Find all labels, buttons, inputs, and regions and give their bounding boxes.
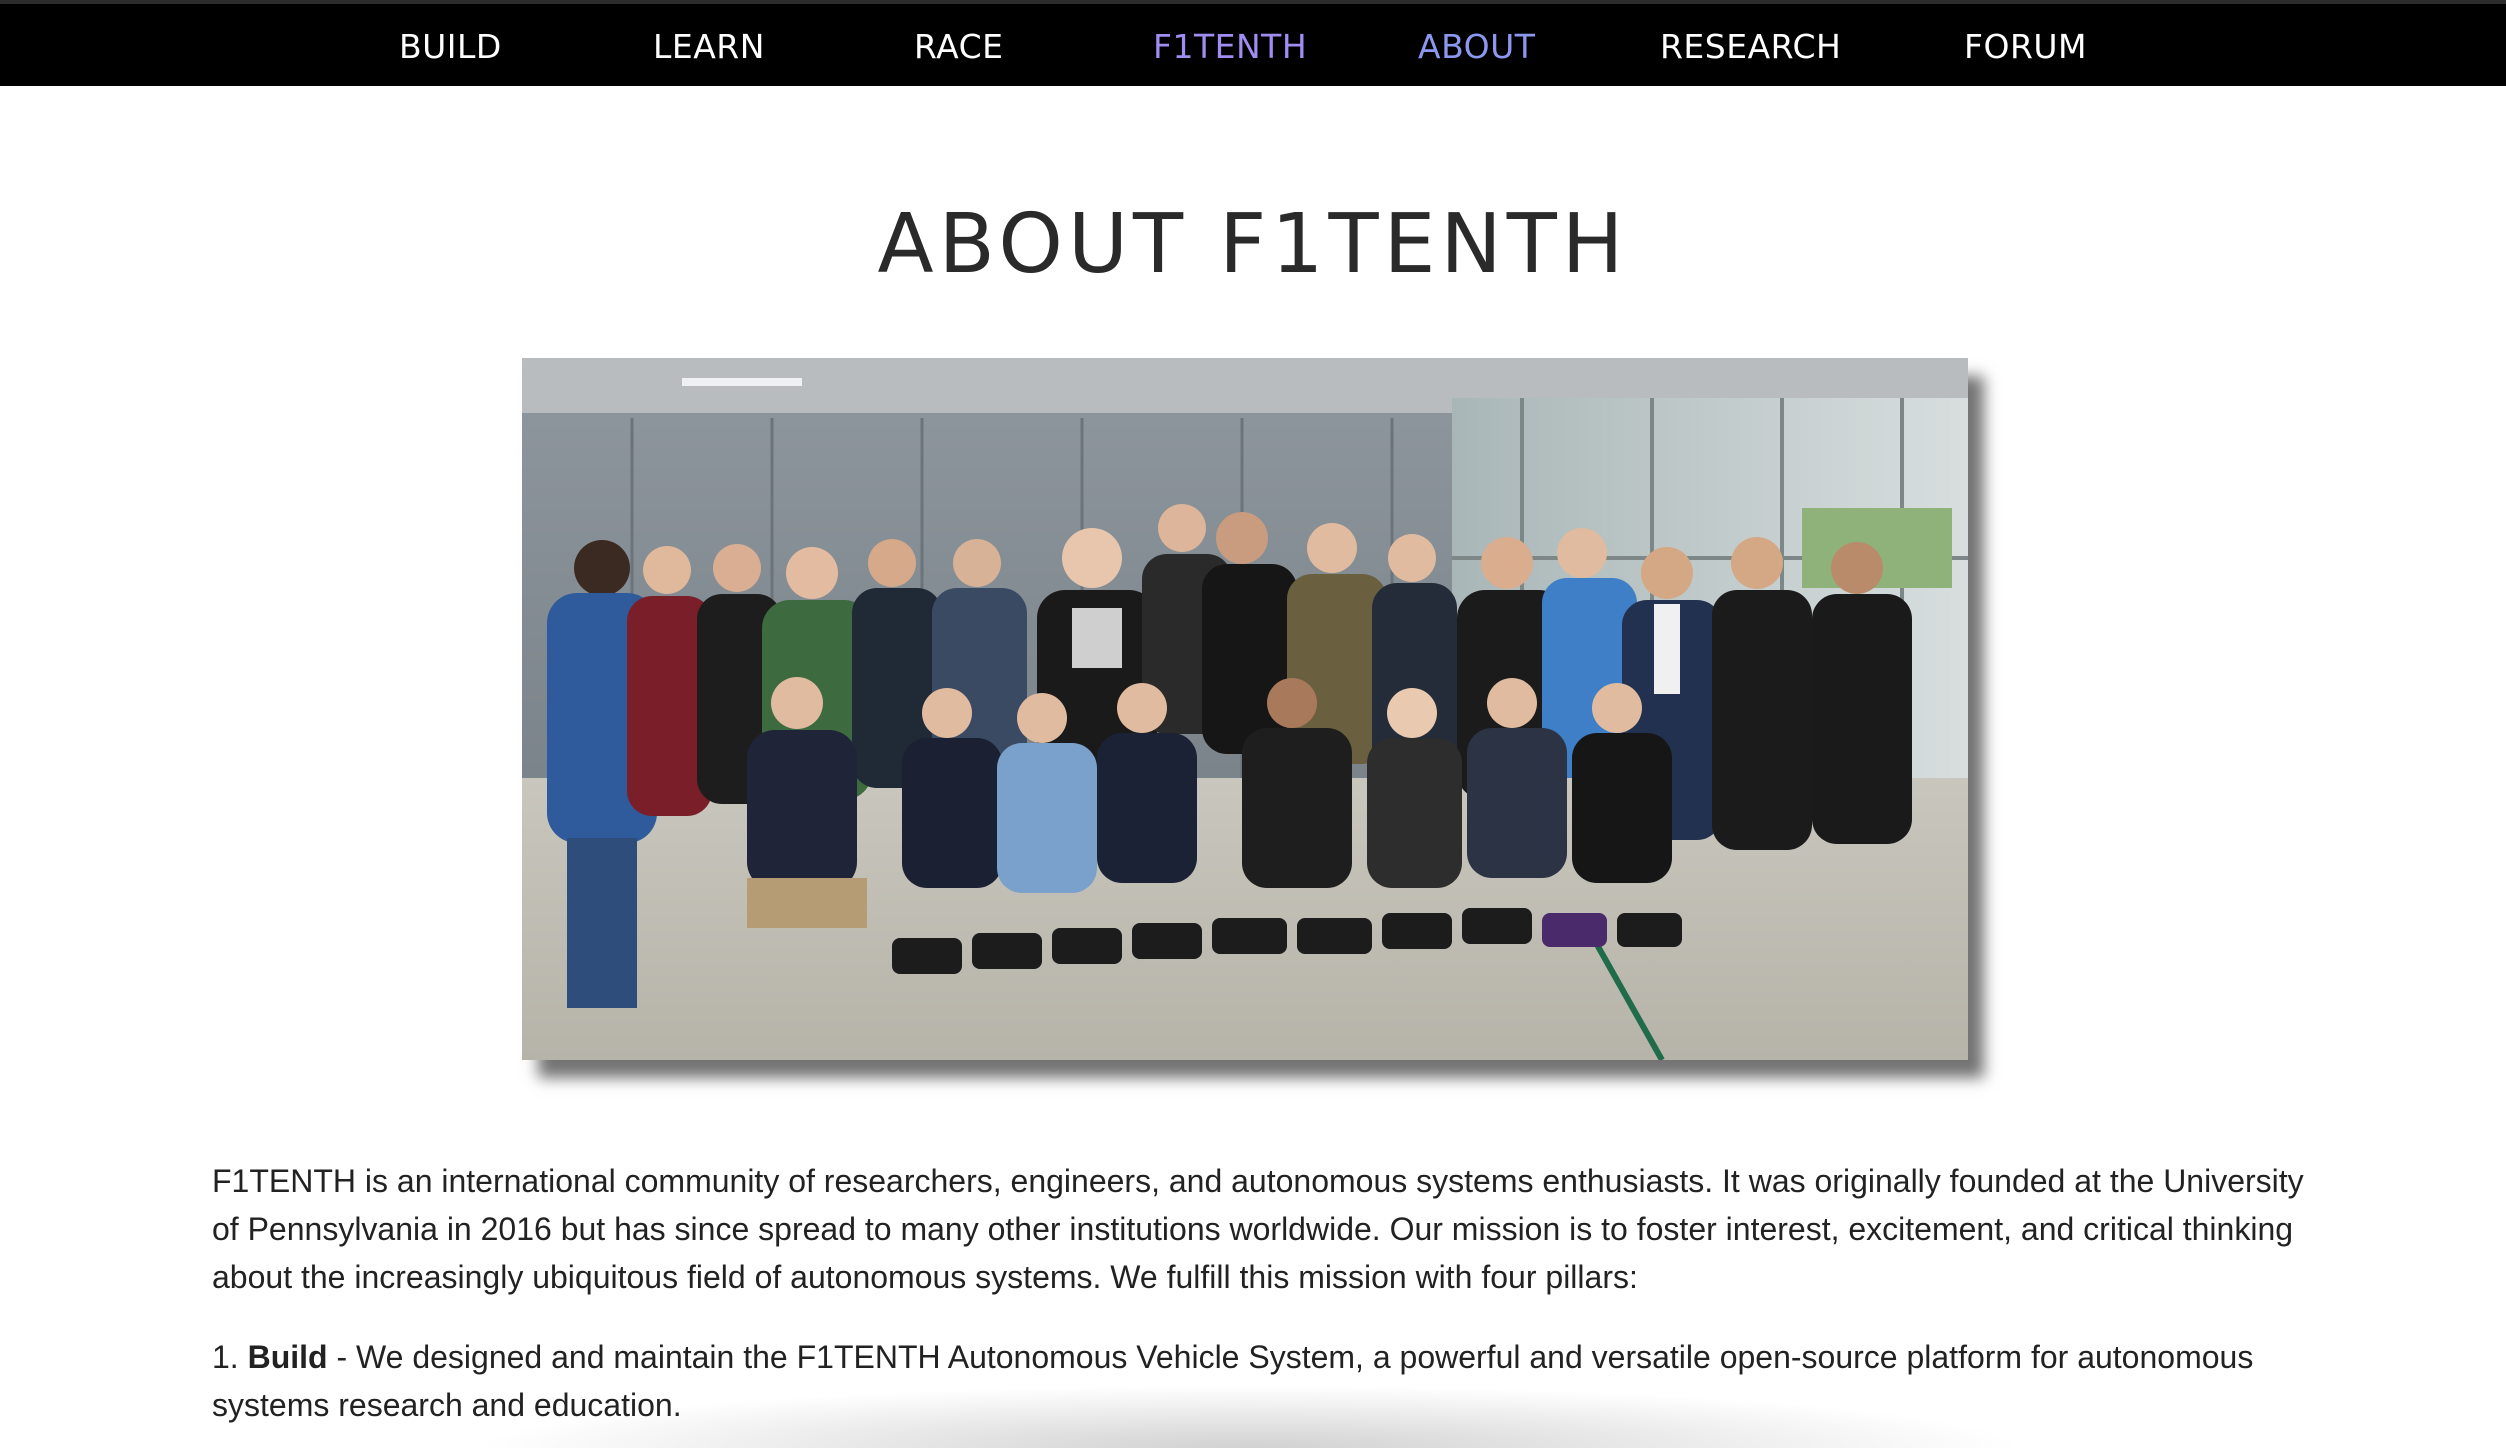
nav-link-learn[interactable]: LEARN <box>653 8 765 86</box>
nav-link-forum[interactable]: FORUM <box>1964 8 2087 86</box>
nav-link-build[interactable]: BUILD <box>399 8 502 86</box>
intro-paragraph: F1TENTH is an international community of… <box>212 1163 2304 1295</box>
top-navigation-bar: BUILD LEARN RACE F1TENTH ABOUT RESEARCH … <box>0 0 2506 86</box>
group-photo <box>522 358 1968 1060</box>
nav-link-about[interactable]: ABOUT <box>1418 8 1535 86</box>
next-image-shadow <box>470 1385 2030 1448</box>
group-photo-icon <box>522 358 1968 1060</box>
pillar-name: Build <box>247 1339 328 1375</box>
nav-link-f1tenth[interactable]: F1TENTH <box>1153 8 1307 86</box>
nav-link-research[interactable]: RESEARCH <box>1660 8 1841 86</box>
page-title: ABOUT F1TENTH <box>877 197 1629 292</box>
nav-link-race[interactable]: RACE <box>914 8 1003 86</box>
pillar-number: 1. <box>212 1339 239 1375</box>
